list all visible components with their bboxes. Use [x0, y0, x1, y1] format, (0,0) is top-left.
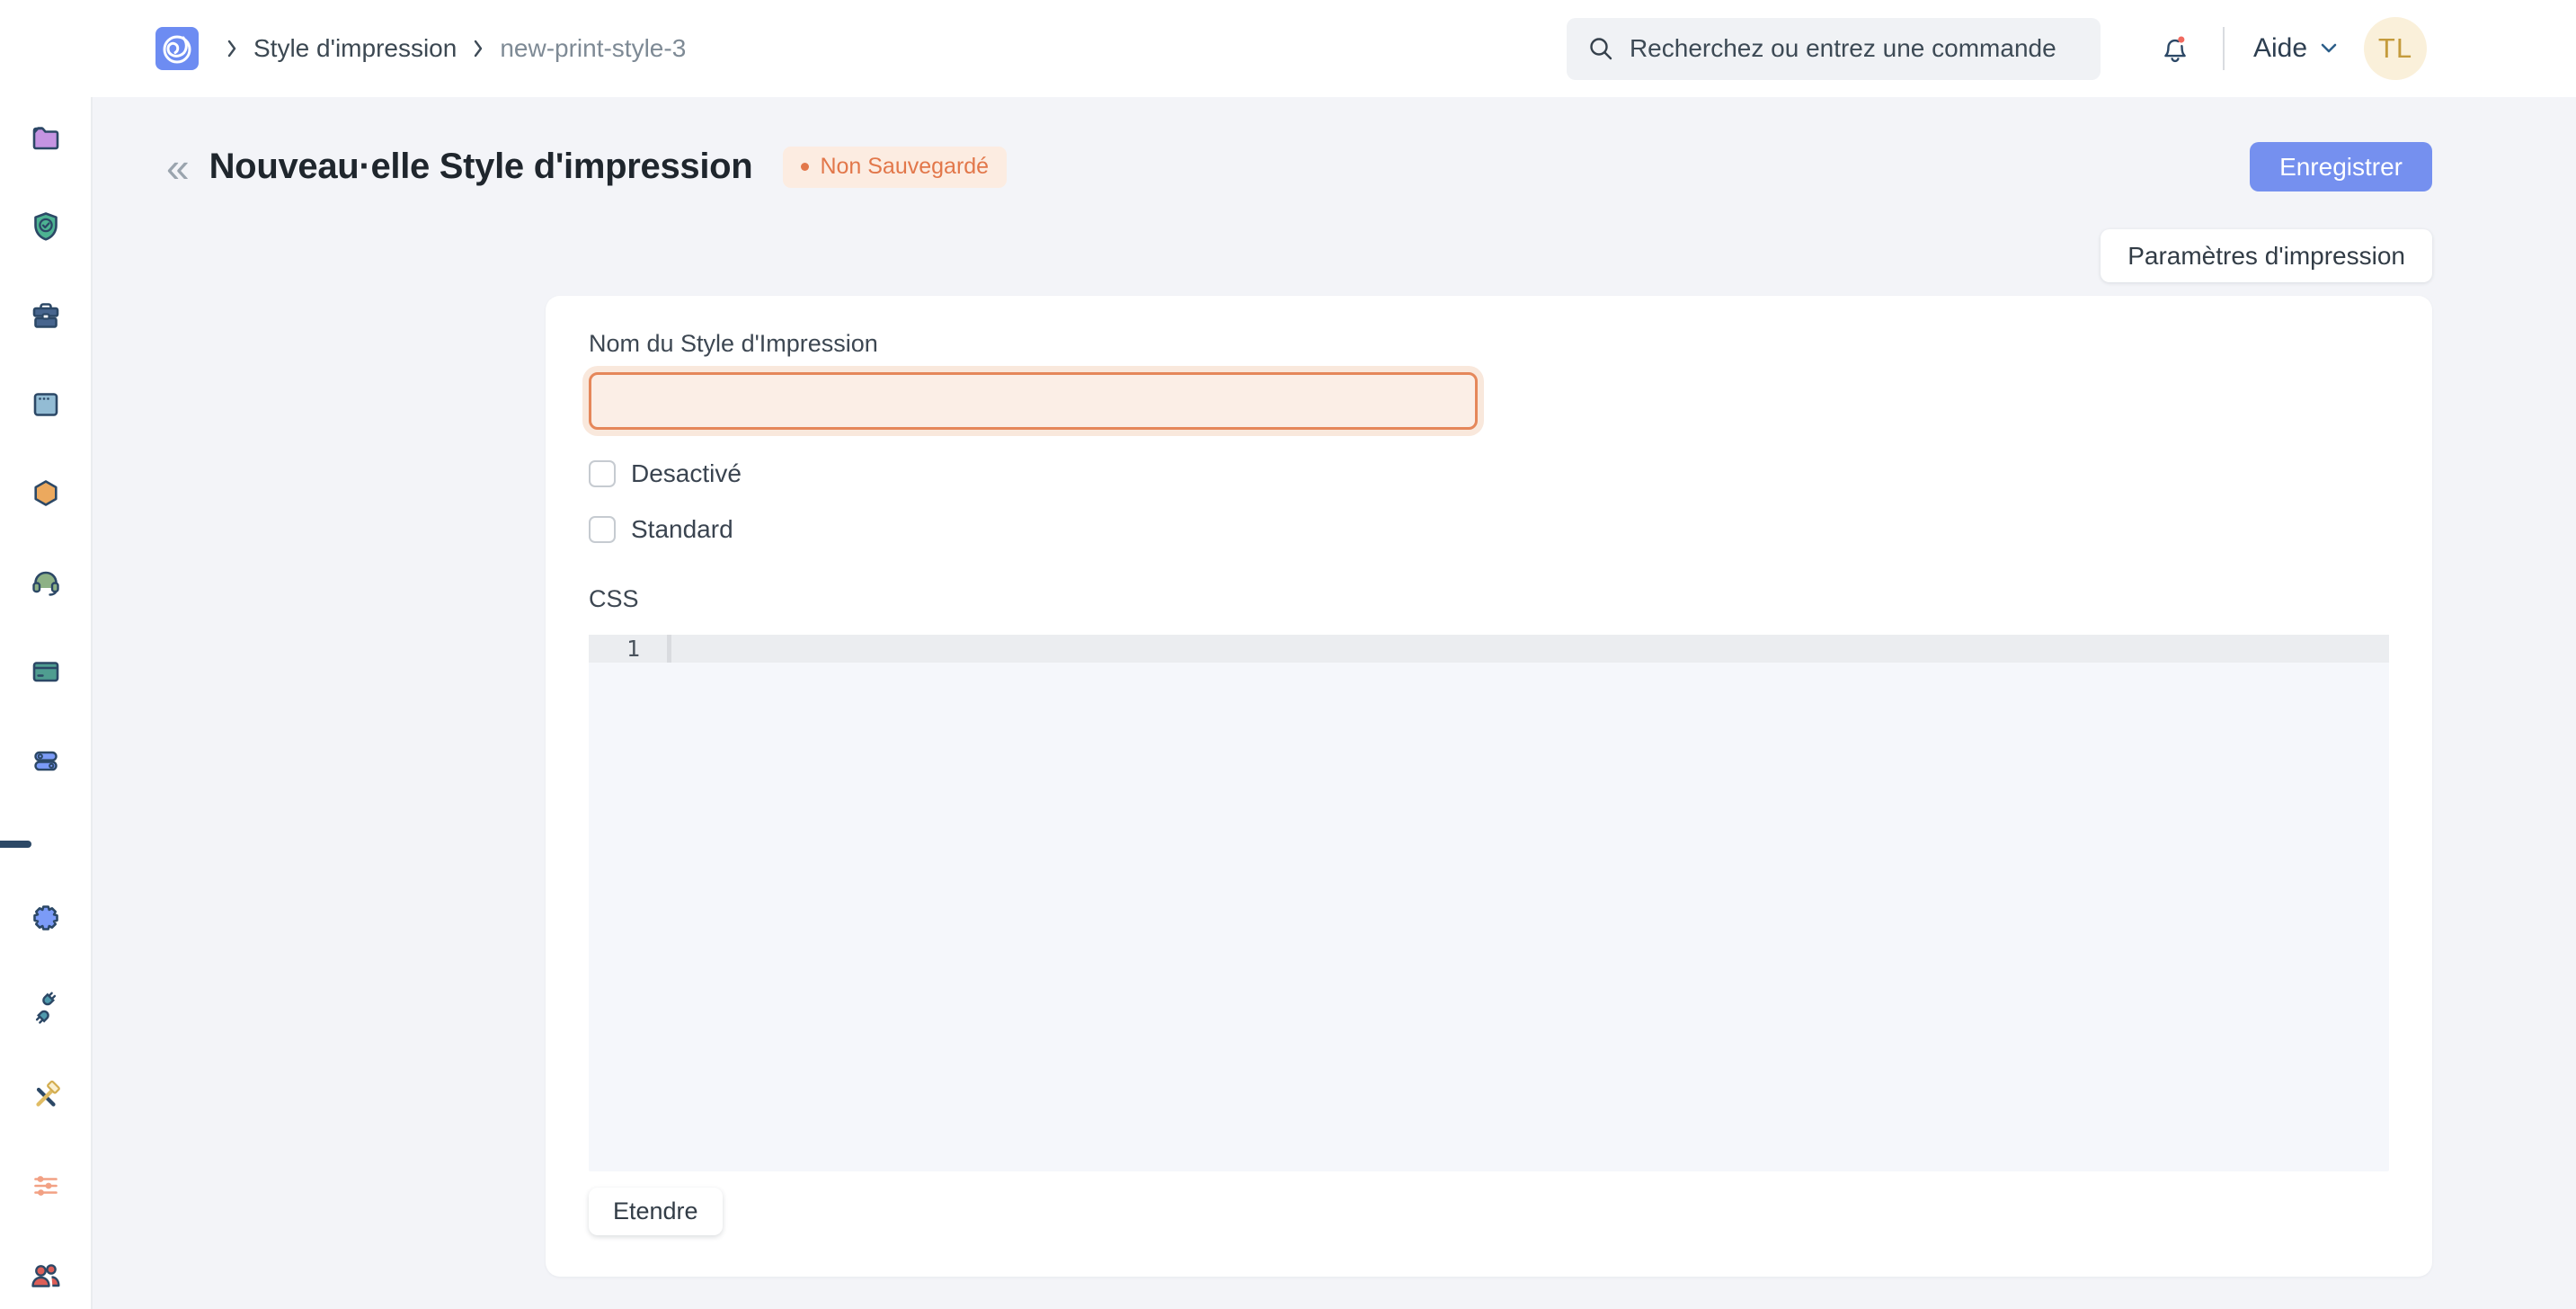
- collapse-sidebar-icon[interactable]: «: [166, 147, 190, 188]
- standard-checkbox-row: Standard: [589, 515, 2389, 544]
- briefcase-icon[interactable]: [28, 298, 64, 334]
- plug-icon[interactable]: [28, 990, 64, 1026]
- css-field-label: CSS: [589, 585, 2389, 613]
- standard-checkbox[interactable]: [589, 516, 616, 543]
- browser-window-icon[interactable]: [28, 387, 64, 423]
- connections-toolbar: Paramètres d'impression: [93, 191, 2576, 282]
- folder-icon[interactable]: [28, 120, 64, 156]
- navbar-divider: [2223, 27, 2225, 70]
- toggles-icon[interactable]: [28, 743, 64, 779]
- search-icon: [1586, 34, 1615, 63]
- card-icon[interactable]: [28, 654, 64, 690]
- help-label: Aide: [2253, 33, 2307, 64]
- disabled-checkbox-label[interactable]: Desactivé: [631, 459, 742, 488]
- name-field-label: Nom du Style d'Impression: [589, 330, 2389, 358]
- users-icon[interactable]: [28, 1257, 64, 1293]
- hexagon-icon[interactable]: [28, 476, 64, 512]
- status-dot-icon: [801, 163, 809, 171]
- help-dropdown[interactable]: Aide: [2253, 33, 2339, 64]
- chevron-right-icon: [222, 37, 242, 60]
- headset-icon[interactable]: [28, 565, 64, 601]
- page-title: Nouveau·elle Style d'impression: [209, 147, 753, 187]
- editor-active-line: 1: [589, 635, 2389, 663]
- status-badge: Non Sauvegardé: [783, 147, 1007, 188]
- sidebar-section-divider: [0, 841, 31, 848]
- page-header: « Nouveau·elle Style d'impression Non Sa…: [93, 97, 2576, 191]
- disabled-checkbox[interactable]: [589, 460, 616, 487]
- editor-line-number: 1: [589, 635, 667, 663]
- breadcrumb-doctype-link[interactable]: Style d'impression: [253, 34, 457, 63]
- notifications-bell-icon[interactable]: [2156, 30, 2194, 67]
- main-content: « Nouveau·elle Style d'impression Non Sa…: [93, 97, 2576, 1309]
- expand-editor-button[interactable]: Etendre: [589, 1188, 723, 1235]
- save-button[interactable]: Enregistrer: [2250, 142, 2432, 191]
- editor-cursor: [667, 635, 671, 663]
- breadcrumb-current-doc[interactable]: new-print-style-3: [500, 34, 686, 63]
- sliders-icon[interactable]: [28, 1168, 64, 1204]
- chevron-down-icon: [2319, 41, 2339, 56]
- print-style-name-input[interactable]: [589, 372, 1478, 430]
- shield-check-icon[interactable]: [28, 209, 64, 245]
- app-logo-icon[interactable]: [155, 27, 199, 70]
- breadcrumb: Style d'impression new-print-style-3: [222, 34, 686, 63]
- user-avatar[interactable]: TL: [2364, 17, 2427, 80]
- chevron-right-icon: [468, 37, 488, 60]
- print-settings-button[interactable]: Paramètres d'impression: [2101, 229, 2432, 282]
- gear-icon[interactable]: [28, 901, 64, 937]
- css-code-editor[interactable]: 1: [589, 635, 2389, 1171]
- form-card: Nom du Style d'Impression Desactivé Stan…: [546, 296, 2432, 1277]
- disabled-checkbox-row: Desactivé: [589, 459, 2389, 488]
- tools-icon[interactable]: [28, 1079, 64, 1115]
- standard-checkbox-label[interactable]: Standard: [631, 515, 733, 544]
- status-badge-label: Non Sauvegardé: [820, 154, 989, 180]
- navbar: Style d'impression new-print-style-3 Aid…: [0, 0, 2576, 97]
- search-input[interactable]: [1630, 34, 2081, 63]
- global-search[interactable]: [1567, 18, 2101, 80]
- workspace-sidebar: [0, 97, 93, 1309]
